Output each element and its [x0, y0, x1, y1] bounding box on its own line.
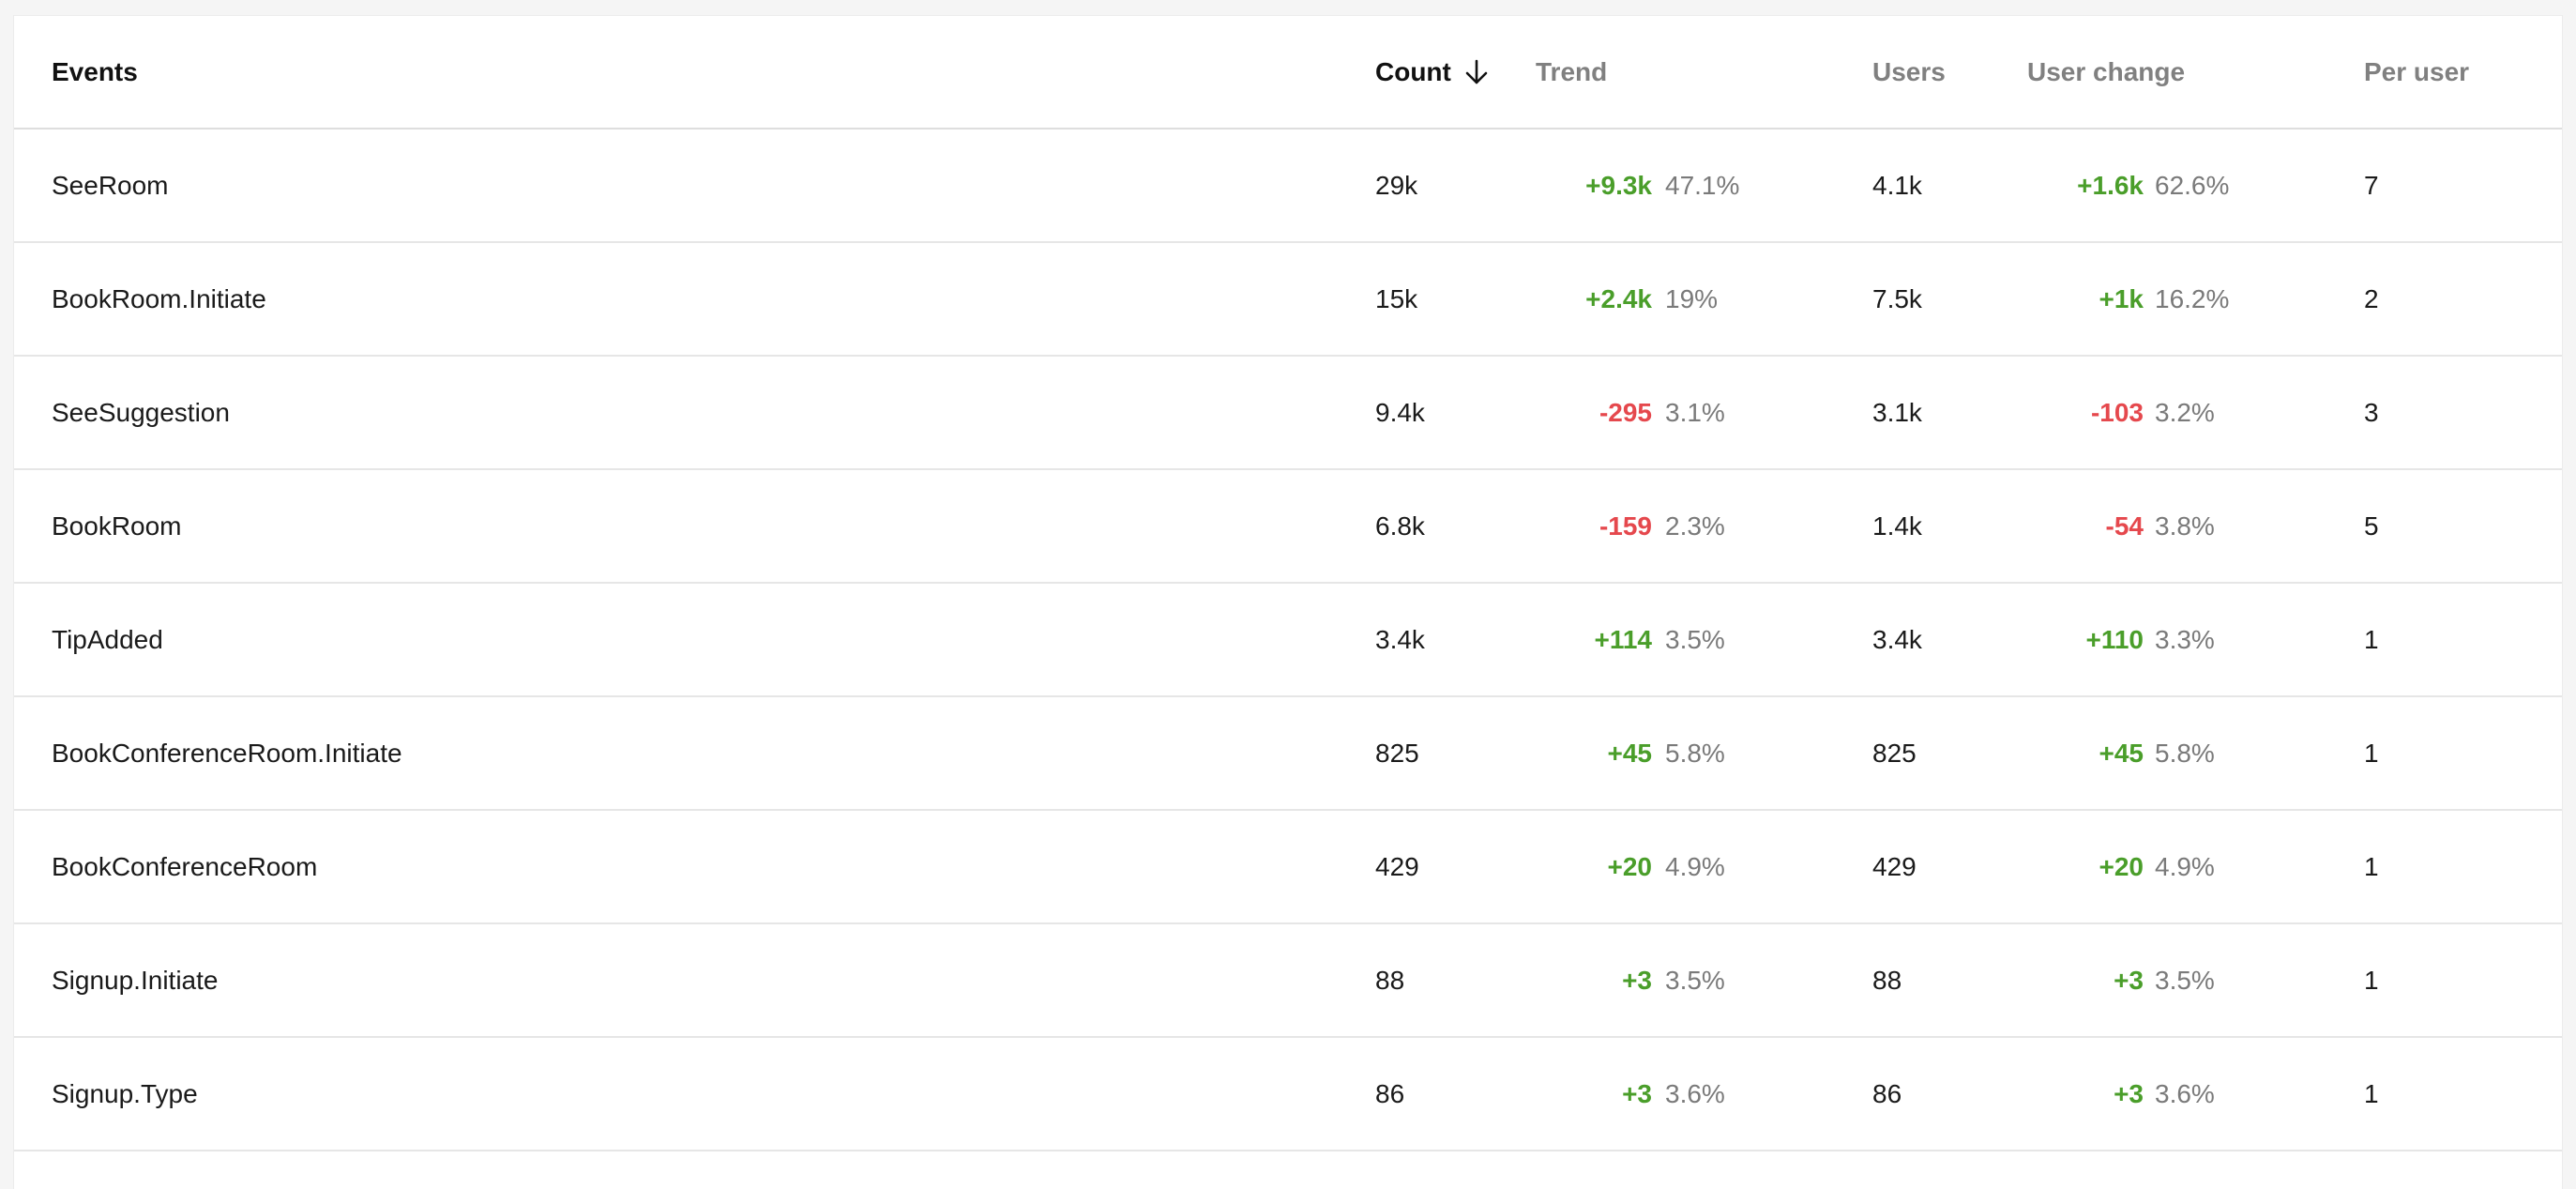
- column-header-user-change-label: User change: [2027, 56, 2186, 86]
- user-change-delta: +1.6k: [2077, 170, 2144, 200]
- event-name[interactable]: Signup.Type: [52, 1038, 198, 1150]
- table-row[interactable]: Signup.Initiate 88 +3 3.5% 88 +3 3.5% 1: [14, 924, 2562, 1038]
- arrow-down-icon[interactable]: [1464, 59, 1489, 85]
- trend-percent: 3.5%: [1665, 965, 1725, 995]
- users-count: 4.1k: [1872, 170, 1922, 200]
- user-change-delta: +3: [2114, 965, 2144, 995]
- event-name[interactable]: SeeRoom: [52, 130, 169, 241]
- per-user-value: 7: [2364, 170, 2379, 200]
- user-change-percent: 62.6%: [2155, 170, 2230, 200]
- users-count: 825: [1872, 738, 1917, 768]
- user-change-delta: -103: [2090, 397, 2144, 427]
- event-count: 825: [1375, 738, 1419, 768]
- event-name[interactable]: BookRoom: [52, 470, 182, 582]
- column-header-per-user-label: Per user: [2364, 56, 2470, 86]
- table-row[interactable]: TipAdded 3.4k +114 3.5% 3.4k +110 3.3% 1: [14, 584, 2562, 697]
- table-row[interactable]: BookConferenceRoom 429 +20 4.9% 429 +20 4.9% 1: [14, 811, 2562, 924]
- trend-percent: 4.9%: [1665, 851, 1725, 881]
- event-name[interactable]: BookRoom.Initiate: [52, 243, 266, 355]
- event-count: 3.4k: [1375, 624, 1425, 654]
- column-header-per-user[interactable]: Per user: [2364, 16, 2469, 128]
- table-row[interactable]: SeeSuggestion 9.4k -295 3.1% 3.1k -103 3.2% 3: [14, 357, 2562, 470]
- table-row[interactable]: BookConferenceRoom.Initiate 825 +45 5.8% 825…: [14, 697, 2562, 811]
- table-row[interactable]: BookRoom 6.8k -159 2.3% 1.4k -54 3.8% 5: [14, 470, 2562, 584]
- event-count: 6.8k: [1375, 511, 1425, 541]
- users-count: 3.1k: [1872, 397, 1922, 427]
- trend-delta: +114: [1594, 624, 1652, 654]
- users-count: 3.4k: [1872, 624, 1922, 654]
- user-change-percent: 5.8%: [2155, 738, 2215, 768]
- user-change-percent: 3.3%: [2155, 624, 2215, 654]
- user-change-percent: 3.2%: [2155, 397, 2215, 427]
- user-change-percent: 4.9%: [2155, 851, 2215, 881]
- trend-percent: 2.3%: [1665, 511, 1725, 541]
- event-count: 88: [1375, 965, 1405, 995]
- table-body: SeeRoom 29k +9.3k 47.1% 4.1k +1.6k 62.6% 7 BookR…: [14, 130, 2562, 1151]
- users-count: 88: [1872, 965, 1902, 995]
- user-change-delta: +20: [2099, 851, 2144, 881]
- trend-delta: +2.4k: [1585, 283, 1652, 313]
- column-header-users[interactable]: Users: [1872, 16, 1946, 128]
- event-name[interactable]: SeeSuggestion: [52, 357, 230, 468]
- trend-delta: +45: [1607, 738, 1653, 768]
- per-user-value: 1: [2364, 851, 2379, 881]
- per-user-value: 1: [2364, 965, 2379, 995]
- event-count: 86: [1375, 1078, 1405, 1108]
- event-name[interactable]: TipAdded: [52, 584, 163, 695]
- users-count: 86: [1872, 1078, 1902, 1108]
- event-name[interactable]: BookConferenceRoom: [52, 811, 317, 922]
- user-change-delta: +110: [2085, 624, 2144, 654]
- table-row[interactable]: BookRoom.Initiate 15k +2.4k 19% 7.5k +1k 16.2%…: [14, 243, 2562, 357]
- column-header-trend[interactable]: Trend: [1536, 16, 1607, 128]
- table-header: Events Count Trend Users User change Per…: [14, 16, 2562, 130]
- user-change-delta: +3: [2114, 1078, 2144, 1108]
- trend-percent: 3.6%: [1665, 1078, 1725, 1108]
- column-header-count[interactable]: Count: [1375, 16, 1489, 128]
- users-count: 1.4k: [1872, 511, 1922, 541]
- trend-percent: 5.8%: [1665, 738, 1725, 768]
- user-change-percent: 3.8%: [2155, 511, 2215, 541]
- user-change-delta: +1k: [2099, 283, 2144, 313]
- users-count: 7.5k: [1872, 283, 1922, 313]
- trend-percent: 19%: [1665, 283, 1719, 313]
- column-header-trend-label: Trend: [1536, 56, 1608, 86]
- trend-delta: -295: [1599, 397, 1652, 427]
- per-user-value: 1: [2364, 1078, 2379, 1108]
- user-change-percent: 16.2%: [2155, 283, 2230, 313]
- events-table: Events Count Trend Users User change Per…: [13, 15, 2563, 1189]
- event-count: 429: [1375, 851, 1419, 881]
- event-name[interactable]: Signup.Initiate: [52, 924, 218, 1036]
- trend-delta: -159: [1599, 511, 1652, 541]
- per-user-value: 1: [2364, 738, 2379, 768]
- table-row[interactable]: Signup.Type 86 +3 3.6% 86 +3 3.6% 1: [14, 1038, 2562, 1151]
- user-change-percent: 3.5%: [2155, 965, 2215, 995]
- user-change-percent: 3.6%: [2155, 1078, 2215, 1108]
- trend-percent: 3.1%: [1665, 397, 1725, 427]
- user-change-delta: +45: [2099, 738, 2144, 768]
- table-row[interactable]: SeeRoom 29k +9.3k 47.1% 4.1k +1.6k 62.6% 7: [14, 130, 2562, 243]
- column-header-events-label: Events: [52, 56, 138, 86]
- column-header-user-change[interactable]: User change: [2027, 16, 2185, 128]
- per-user-value: 3: [2364, 397, 2379, 427]
- trend-percent: 47.1%: [1665, 170, 1740, 200]
- per-user-value: 5: [2364, 511, 2379, 541]
- trend-delta: +3: [1622, 1078, 1652, 1108]
- per-user-value: 2: [2364, 283, 2379, 313]
- column-header-users-label: Users: [1872, 56, 1946, 86]
- user-change-delta: -54: [2105, 511, 2144, 541]
- column-header-events[interactable]: Events: [52, 16, 138, 128]
- trend-delta: +20: [1607, 851, 1653, 881]
- event-name[interactable]: BookConferenceRoom.Initiate: [52, 697, 402, 809]
- event-count: 15k: [1375, 283, 1418, 313]
- column-header-count-label: Count: [1375, 56, 1451, 86]
- per-user-value: 1: [2364, 624, 2379, 654]
- users-count: 429: [1872, 851, 1917, 881]
- trend-percent: 3.5%: [1665, 624, 1725, 654]
- trend-delta: +9.3k: [1585, 170, 1652, 200]
- trend-delta: +3: [1622, 965, 1652, 995]
- event-count: 9.4k: [1375, 397, 1425, 427]
- event-count: 29k: [1375, 170, 1418, 200]
